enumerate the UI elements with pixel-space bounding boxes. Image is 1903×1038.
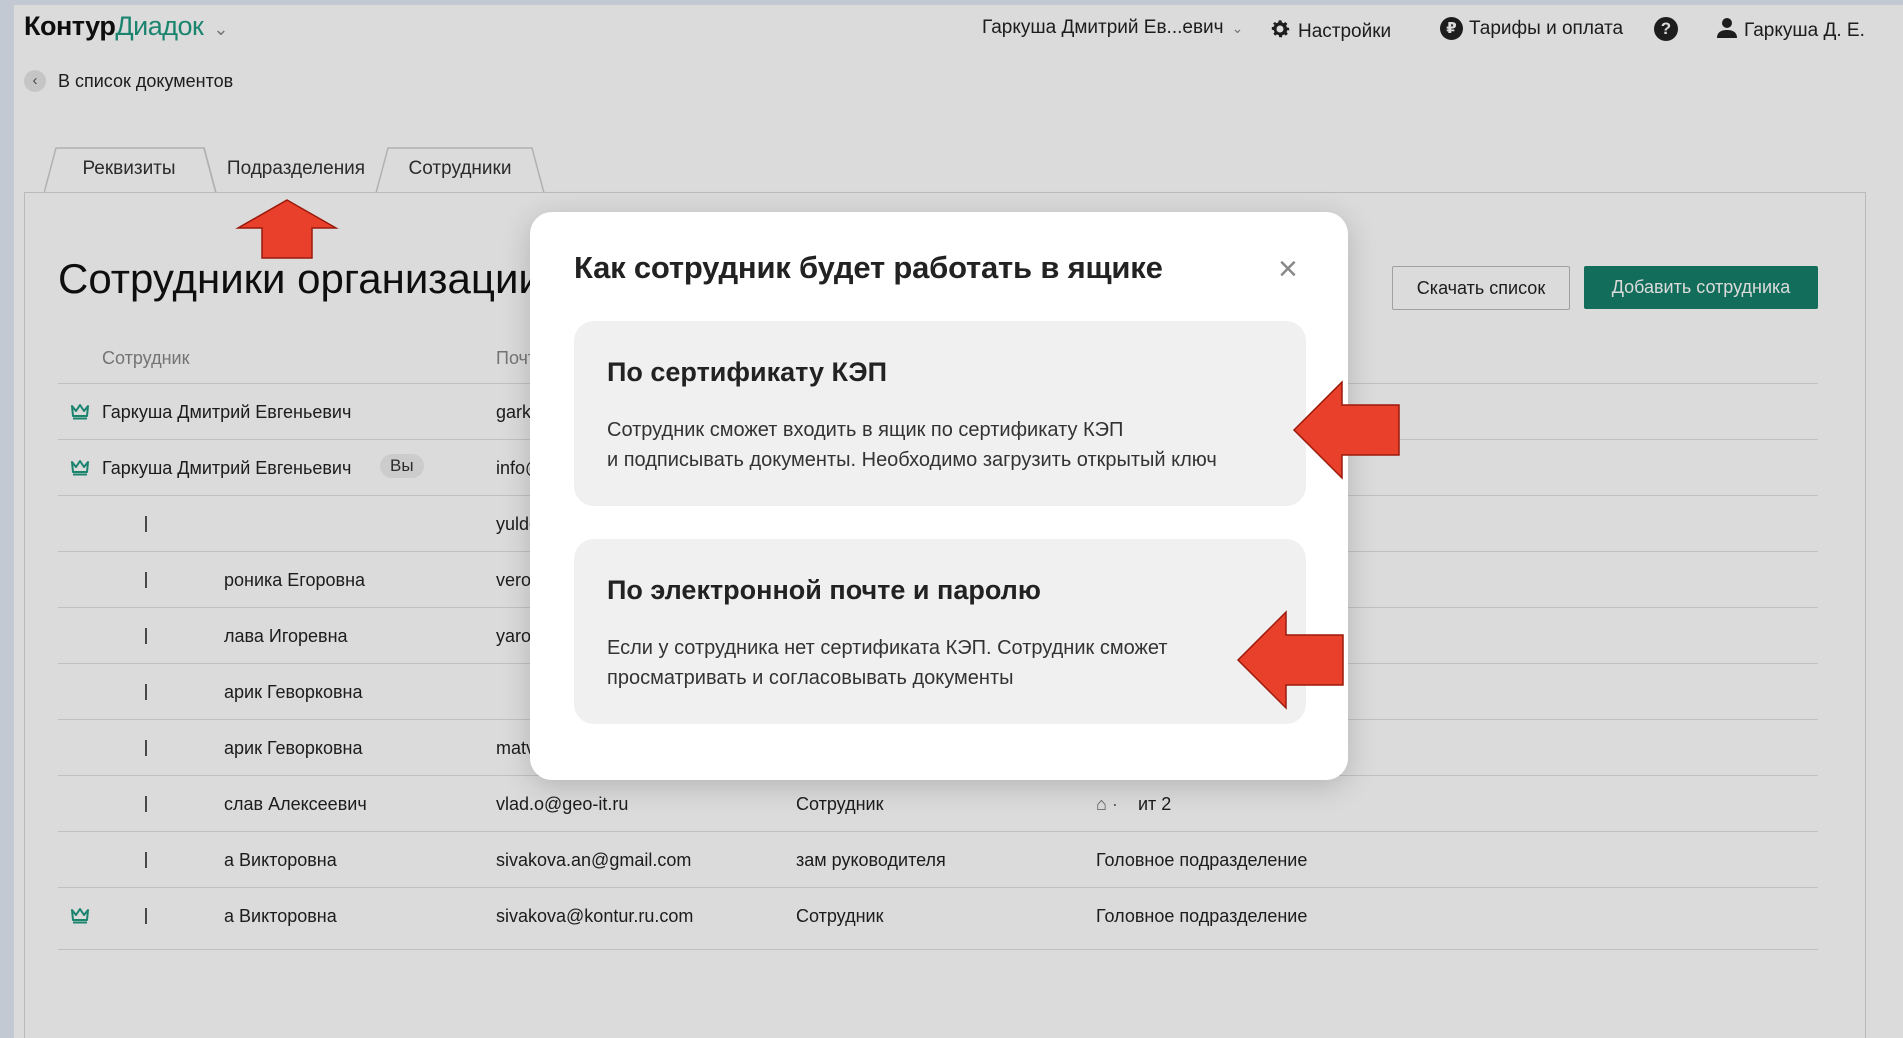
arrow-left-annotation — [1236, 610, 1344, 710]
arrow-left-annotation — [1292, 380, 1400, 480]
option-title: По электронной почте и паролю — [607, 575, 1041, 605]
option-description-line: и подписывать документы. Необходимо загр… — [607, 449, 1217, 471]
option-certificate[interactable]: По сертификату КЭП Сотрудник сможет вход… — [574, 321, 1306, 506]
arrow-up-annotation — [235, 199, 339, 259]
option-description: Если у сотрудника нет сертификата КЭП. С… — [607, 633, 1297, 693]
modal-title: Как сотрудник будет работать в ящике — [574, 250, 1163, 285]
option-email-password[interactable]: По электронной почте и паролю Если у сот… — [574, 539, 1306, 724]
work-mode-modal: Как сотрудник будет работать в ящике × П… — [530, 212, 1348, 780]
option-description-line: Если у сотрудника нет сертификата КЭП. С… — [607, 637, 1168, 659]
option-title: По сертификату КЭП — [607, 357, 887, 387]
option-description-line: просматривать и согласовывать документы — [607, 667, 1014, 689]
option-description: Сотрудник сможет входить в ящик по серти… — [607, 415, 1297, 475]
close-icon[interactable]: × — [1278, 252, 1298, 286]
option-description-line: Сотрудник сможет входить в ящик по серти… — [607, 419, 1124, 441]
